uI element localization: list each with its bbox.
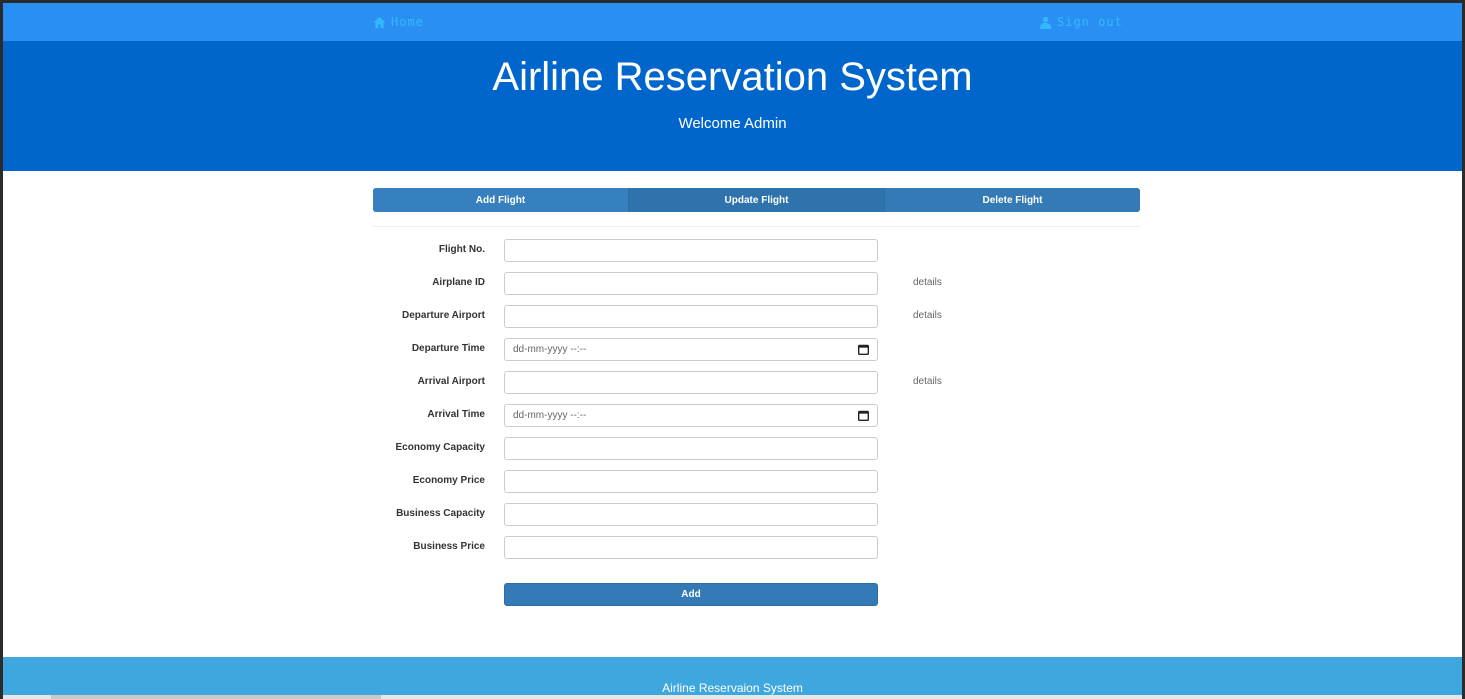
arrival-airport-details-link[interactable]: details <box>913 376 942 387</box>
home-icon <box>373 16 386 28</box>
business-capacity-label: Business Capacity <box>396 508 485 519</box>
economy-price-label: Economy Price <box>412 475 485 486</box>
add-button[interactable]: Add <box>504 583 878 606</box>
economy-capacity-input[interactable] <box>504 437 878 460</box>
form-row-business-capacity: Business Capacity <box>373 503 1140 526</box>
arrival-time-placeholder: dd-mm-yyyy --:-- <box>513 410 587 421</box>
user-icon <box>1039 16 1052 29</box>
departure-time-input[interactable]: dd-mm-yyyy --:-- <box>504 338 878 361</box>
form-row-departure-airport: Departure Airport details <box>373 305 1140 328</box>
form-row-economy-capacity: Economy Capacity <box>373 437 1140 460</box>
airplane-id-label: Airplane ID <box>432 277 485 288</box>
business-price-label: Business Price <box>413 541 485 552</box>
form-row-airplane-id: Airplane ID details <box>373 272 1140 295</box>
signout-link[interactable]: Sign out <box>1039 15 1123 29</box>
flight-no-label: Flight No. <box>438 244 485 255</box>
tab-add-flight[interactable]: Add Flight <box>373 188 629 212</box>
departure-time-placeholder: dd-mm-yyyy --:-- <box>513 344 587 355</box>
calendar-icon[interactable] <box>858 344 869 355</box>
arrival-airport-label: Arrival Airport <box>417 376 485 387</box>
flight-no-input[interactable] <box>504 239 878 262</box>
flight-tabs: Add Flight Update Flight Delete Flight <box>373 188 1140 212</box>
airplane-id-input[interactable] <box>504 272 878 295</box>
form-row-departure-time: Departure Time dd-mm-yyyy --:-- <box>373 338 1140 361</box>
horizontal-scrollbar[interactable] <box>3 695 1462 699</box>
form-row-arrival-time: Arrival Time dd-mm-yyyy --:-- <box>373 404 1140 427</box>
page-frame: Home Sign out Airline Reservation System… <box>3 3 1462 699</box>
economy-capacity-label: Economy Capacity <box>395 442 485 453</box>
departure-airport-details-link[interactable]: details <box>913 310 942 321</box>
form-row-business-price: Business Price <box>373 536 1140 559</box>
arrival-airport-input[interactable] <box>504 371 878 394</box>
form-row-economy-price: Economy Price <box>373 470 1140 493</box>
scrollbar-thumb[interactable] <box>51 695 381 699</box>
tab-delete-flight[interactable]: Delete Flight <box>885 188 1140 212</box>
departure-time-label: Departure Time <box>411 343 485 354</box>
tab-update-flight[interactable]: Update Flight <box>629 188 885 212</box>
home-link-label: Home <box>391 15 424 29</box>
economy-price-input[interactable] <box>504 470 878 493</box>
footer: Airline Reservaion System <box>3 657 1462 699</box>
business-price-input[interactable] <box>504 536 878 559</box>
arrival-time-input[interactable]: dd-mm-yyyy --:-- <box>504 404 878 427</box>
home-link[interactable]: Home <box>373 15 424 29</box>
signout-link-label: Sign out <box>1057 15 1123 29</box>
top-navbar: Home Sign out <box>3 3 1462 41</box>
header-banner: Airline Reservation System Welcome Admin <box>3 41 1462 171</box>
page-title: Airline Reservation System <box>492 55 973 99</box>
business-capacity-input[interactable] <box>504 503 878 526</box>
footer-text: Airline Reservaion System <box>662 681 803 695</box>
divider <box>373 226 1140 227</box>
welcome-message: Welcome Admin <box>678 115 787 132</box>
form-row-arrival-airport: Arrival Airport details <box>373 371 1140 394</box>
form-row-flight-no: Flight No. <box>373 239 1140 262</box>
calendar-icon[interactable] <box>858 410 869 421</box>
departure-airport-input[interactable] <box>504 305 878 328</box>
airplane-details-link[interactable]: details <box>913 277 942 288</box>
departure-airport-label: Departure Airport <box>402 310 485 321</box>
arrival-time-label: Arrival Time <box>427 409 485 420</box>
